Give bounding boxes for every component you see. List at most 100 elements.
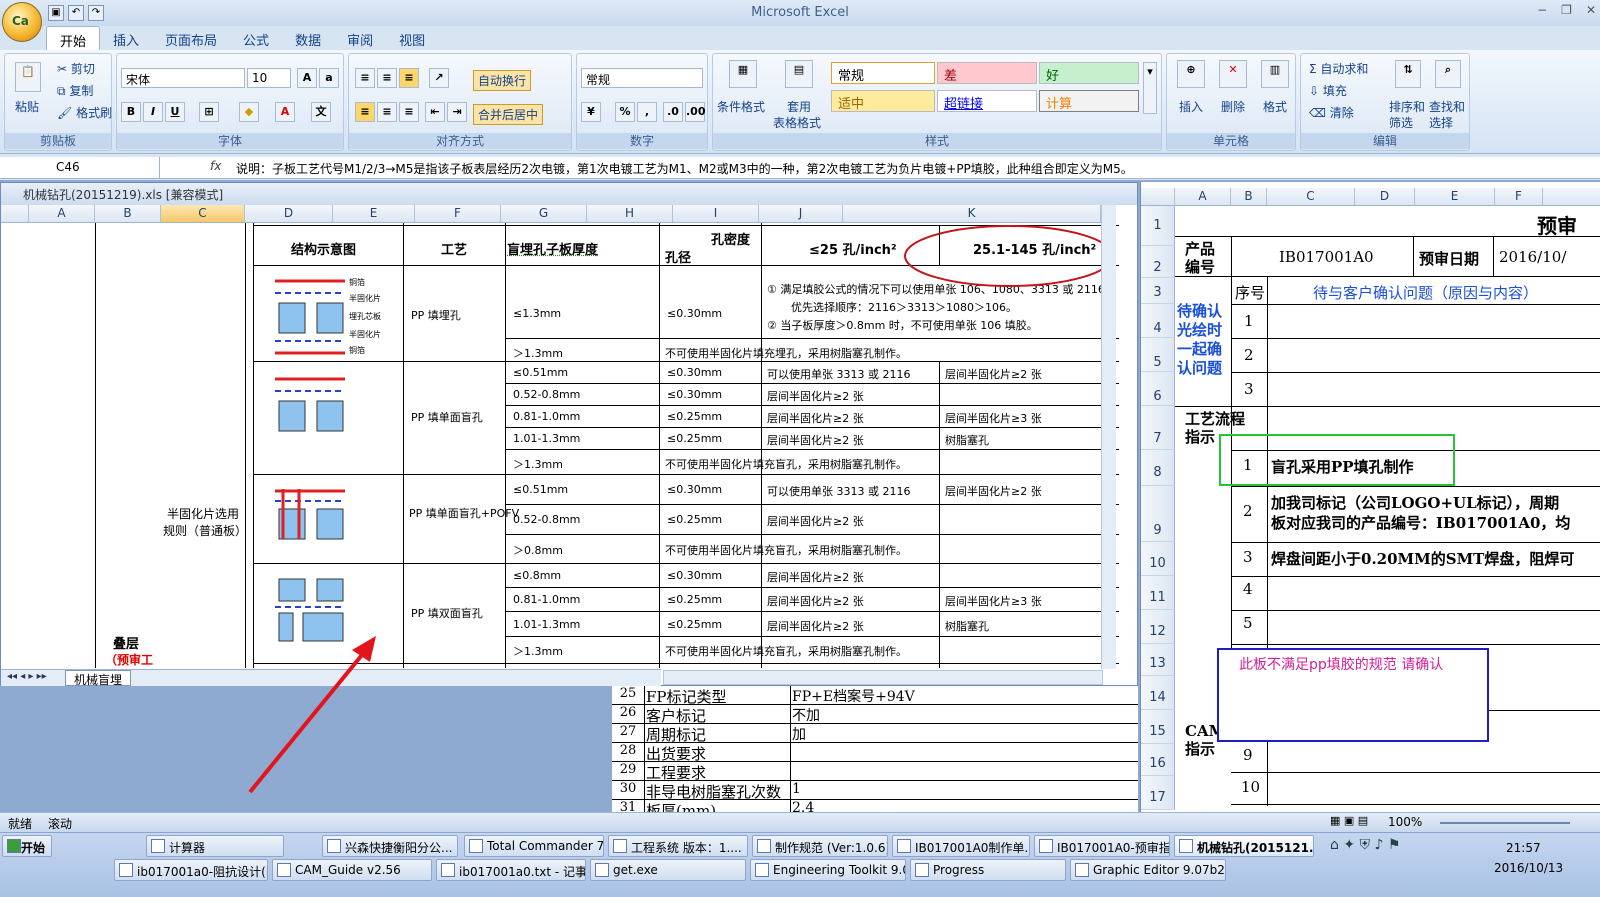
zoom-slider[interactable] (1440, 822, 1570, 824)
horizontal-scrollbar[interactable] (663, 670, 1103, 685)
autosum-button[interactable]: Σ 自动求和 (1309, 60, 1368, 77)
column-header[interactable] (1543, 188, 1600, 206)
style-neutral[interactable]: 适中 (831, 90, 935, 112)
volume-icon[interactable]: ♪ (1374, 837, 1383, 853)
flag-icon[interactable]: ⚑ (1388, 837, 1401, 853)
row-number[interactable]: 4 (1141, 304, 1175, 338)
row-number[interactable]: 6 (1141, 372, 1175, 406)
style-calculation[interactable]: 计算 (1039, 90, 1139, 112)
paste-button[interactable]: 粘贴 (15, 98, 39, 115)
grow-font-icon[interactable]: A (297, 68, 317, 88)
select-all-corner[interactable] (1141, 188, 1175, 206)
column-header[interactable]: C (161, 205, 245, 223)
conditional-format-icon[interactable]: ▦ (729, 60, 757, 88)
align-middle-icon[interactable]: ≡ (377, 68, 397, 88)
increase-decimal-icon[interactable]: .0 (663, 102, 683, 122)
column-header[interactable]: E (333, 205, 415, 223)
taskbar-item[interactable]: Engineering Toolkit 9.07... (750, 859, 906, 881)
style-good[interactable]: 好 (1039, 62, 1139, 84)
row-number[interactable]: 7 (1141, 406, 1175, 450)
name-box[interactable]: C46 (0, 157, 160, 179)
row-number[interactable]: 3 (1141, 278, 1175, 304)
font-color-icon[interactable]: A (275, 102, 295, 122)
close-icon[interactable]: ✕ (1586, 3, 1596, 17)
decrease-decimal-icon[interactable]: .00 (685, 102, 706, 122)
network-icon[interactable]: ⌂ (1330, 837, 1339, 853)
row-number[interactable]: 5 (1141, 338, 1175, 372)
formula-input[interactable]: 说明：子板工艺代号M1/2/3→M5是指该子板表层经历2次电镀，第1次电镀工艺为… (236, 160, 1133, 177)
italic-icon[interactable]: I (143, 102, 163, 122)
taskbar-item[interactable]: Total Commander 7.0... (464, 835, 604, 857)
sheet-tab-active[interactable]: 机械盲埋 (65, 670, 132, 687)
row-number[interactable]: 9 (1141, 486, 1175, 542)
binoculars-icon[interactable]: ⌕ (1435, 60, 1461, 88)
save-icon[interactable]: ▣ (48, 5, 64, 21)
restore-icon[interactable]: ❐ (1561, 3, 1572, 17)
align-top-icon[interactable]: ≡ (355, 68, 375, 88)
insert-cells-button[interactable]: 插入 (1179, 98, 1203, 115)
decrease-indent-icon[interactable]: ⇤ (425, 102, 445, 122)
column-header[interactable]: C (1267, 188, 1355, 206)
column-header[interactable]: F (1495, 188, 1543, 206)
currency-icon[interactable]: ¥ (581, 102, 601, 122)
font-name-select[interactable]: 宋体 (121, 68, 245, 88)
taskbar-item[interactable]: get.exe (590, 859, 746, 881)
tab-insert[interactable]: 插入 (100, 26, 152, 50)
taskbar-item[interactable]: 计算器 (146, 835, 284, 857)
delete-cells-icon[interactable]: ✕ (1219, 60, 1247, 88)
conditional-format-button[interactable]: 条件格式 (717, 98, 765, 115)
row-number[interactable]: 15 (1141, 710, 1175, 744)
styles-scroll-icon[interactable]: ▾ (1143, 62, 1157, 114)
row-number[interactable]: 14 (1141, 676, 1175, 710)
format-cells-button[interactable]: 格式 (1263, 98, 1287, 115)
underline-icon[interactable]: U (165, 102, 185, 122)
shrink-font-icon[interactable]: a (319, 68, 339, 88)
taskbar-item[interactable]: IB017001A0制作单.... (892, 835, 1030, 857)
row-number[interactable]: 13 (1141, 644, 1175, 676)
delete-cells-button[interactable]: 删除 (1221, 98, 1245, 115)
row-number[interactable]: 16 (1141, 744, 1175, 776)
style-hyperlink[interactable]: 超链接 (937, 90, 1037, 112)
bluetooth-icon[interactable]: ✦ (1343, 837, 1355, 853)
sheet-nav-arrows-icon[interactable]: ◂◂ ◂ ▸ ▸▸ (7, 671, 47, 682)
column-header[interactable]: G (501, 205, 587, 223)
table-format-icon[interactable]: ▤ (785, 60, 813, 88)
row-number[interactable]: 2 (1141, 246, 1175, 278)
zoom-level[interactable]: 100% (1388, 815, 1422, 829)
border-icon[interactable]: ⊞ (199, 102, 219, 122)
taskbar-item[interactable]: ib017001a0-阻抗设计(N... (114, 859, 268, 881)
style-bad[interactable]: 差 (937, 62, 1037, 84)
sort-filter-button[interactable]: 排序和 (1389, 98, 1425, 115)
insert-function-button[interactable]: fx (210, 159, 221, 173)
column-header[interactable]: D (1355, 188, 1415, 206)
fill-color-icon[interactable]: ◆ (239, 102, 259, 122)
select-all-corner[interactable] (1, 205, 29, 223)
taskbar-item[interactable]: 制作规范 (Ver:1.0.6) (752, 835, 888, 857)
column-header[interactable]: D (245, 205, 333, 223)
row-number[interactable]: 17 (1141, 776, 1175, 810)
format-cells-icon[interactable]: ▥ (1261, 60, 1289, 88)
percent-icon[interactable]: % (615, 102, 635, 122)
vertical-scrollbar[interactable] (1101, 205, 1116, 669)
taskbar-item[interactable]: IB017001A0-预审指... (1034, 835, 1170, 857)
taskbar-item[interactable]: Progress (910, 859, 1066, 881)
tab-formulas[interactable]: 公式 (230, 26, 282, 50)
table-format-button[interactable]: 套用 (787, 98, 811, 115)
tab-view[interactable]: 视图 (386, 26, 438, 50)
align-center-icon[interactable]: ≡ (377, 102, 397, 122)
align-bottom-icon[interactable]: ≡ (399, 68, 419, 88)
merge-center-button[interactable]: 合并后居中 (473, 104, 544, 125)
style-normal[interactable]: 常规 (831, 62, 935, 84)
taskbar-item[interactable]: Graphic Editor 9.07b2 (0... (1070, 859, 1226, 881)
tab-review[interactable]: 审阅 (334, 26, 386, 50)
align-left-icon[interactable]: ≡ (355, 102, 375, 122)
comma-icon[interactable]: , (637, 102, 657, 122)
number-format-select[interactable]: 常规 (581, 68, 703, 88)
sort-filter-icon[interactable]: ⇅ (1395, 60, 1421, 88)
background-sheet-grid[interactable]: 25 FP标记类型 FP+E档案号+94V 26 客户标记 不加 27 周期标记加 28 出… (612, 686, 1138, 813)
insert-cells-icon[interactable]: ⊕ (1177, 60, 1205, 88)
phonetic-icon[interactable]: 文 (311, 102, 331, 122)
row-number[interactable]: 8 (1141, 450, 1175, 486)
increase-indent-icon[interactable]: ⇥ (447, 102, 467, 122)
format-painter-button[interactable]: 🖌 格式刷 (57, 104, 112, 121)
